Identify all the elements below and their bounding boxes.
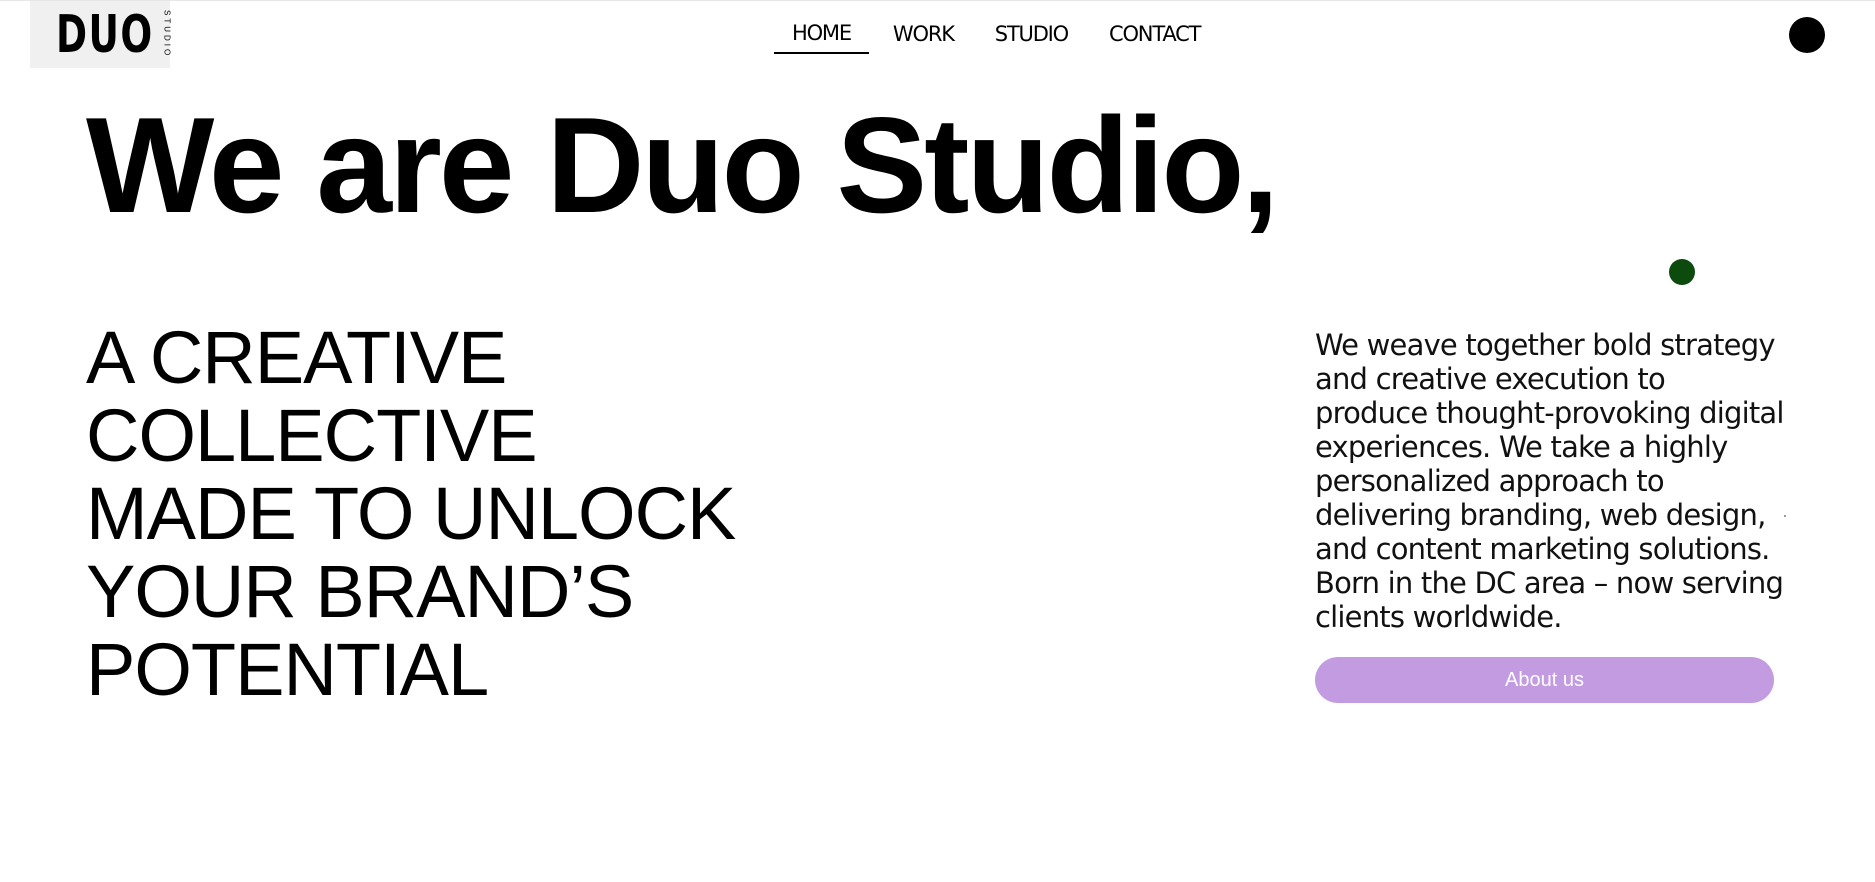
about-us-button[interactable]: About us <box>1315 657 1774 703</box>
hero-headline: We are Duo Studio, <box>86 89 1279 241</box>
cursor-dot[interactable] <box>1789 17 1825 53</box>
logo-subtitle: STUDIO <box>162 10 172 59</box>
nav-item-home[interactable]: HOME <box>774 21 869 54</box>
nav-item-contact[interactable]: CONTACT <box>1109 22 1201 53</box>
tagline-line: COLLECTIVE <box>86 394 538 477</box>
tagline-line: A CREATIVE <box>86 316 507 399</box>
tagline-line: MADE TO UNLOCK <box>86 472 736 555</box>
hero-tagline: A CREATIVE COLLECTIVE MADE TO UNLOCK YOU… <box>86 319 806 709</box>
logo[interactable]: DUO STUDIO <box>30 1 172 68</box>
logo-wordmark: DUO <box>55 4 154 65</box>
main-nav: HOME WORK STUDIO CONTACT <box>774 21 1201 54</box>
about-description: We weave together bold strategy and crea… <box>1315 328 1784 634</box>
nav-item-studio[interactable]: STUDIO <box>995 22 1069 53</box>
green-dot-decoration <box>1669 259 1695 285</box>
tagline-line: POTENTIAL <box>86 628 489 711</box>
nav-item-work[interactable]: WORK <box>893 22 955 53</box>
tagline-line: YOUR BRAND’S <box>86 550 634 633</box>
decorative-dot <box>1784 515 1786 517</box>
